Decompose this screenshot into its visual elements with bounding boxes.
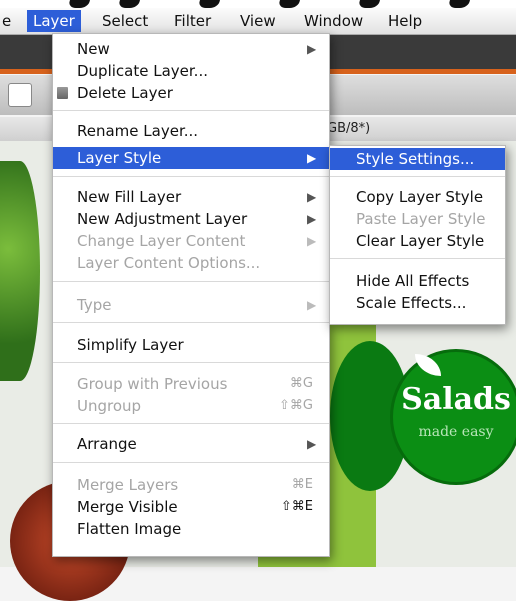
menu-item-flatten-image[interactable]: Flatten Image	[53, 518, 329, 540]
menu-item-label: Ungroup	[77, 397, 142, 415]
menu-item-label: Style Settings...	[356, 150, 475, 168]
menu-item-duplicate-layer[interactable]: Duplicate Layer...	[53, 60, 329, 82]
cropped-heading-glyph	[277, 0, 303, 8]
cropped-heading-glyph	[447, 0, 473, 8]
menubar-item-file[interactable]: e	[2, 10, 11, 32]
menu-item-copy-layer-style[interactable]: Copy Layer Style	[330, 186, 505, 208]
menu-item-label: New Fill Layer	[77, 188, 182, 206]
menu-item-label: Type	[77, 296, 112, 314]
menu-item-delete-layer[interactable]: Delete Layer	[53, 82, 329, 104]
menu-item-change-layer-content: Change Layer Content ▶	[53, 230, 329, 252]
menu-item-label: Group with Previous	[77, 375, 228, 393]
menu-item-layer-content-options: Layer Content Options...	[53, 252, 329, 274]
menu-item-type: Type ▶	[53, 294, 329, 316]
menu-item-label: Duplicate Layer...	[77, 62, 208, 80]
menu-separator	[53, 462, 329, 463]
menu-item-new-adjustment-layer[interactable]: New Adjustment Layer ▶	[53, 208, 329, 230]
layer-menu: New ▶ Duplicate Layer... Delete Layer Ren…	[52, 33, 330, 557]
menu-item-label: Merge Layers	[77, 476, 179, 494]
leaf-icon	[415, 354, 441, 376]
trash-icon	[57, 87, 68, 99]
menubar-item-layer[interactable]: Layer	[27, 10, 81, 32]
menu-item-scale-effects[interactable]: Scale Effects...	[330, 292, 505, 314]
menu-separator	[330, 176, 505, 177]
submenu-arrow-icon: ▶	[307, 212, 317, 226]
menu-item-label: Layer Content Options...	[77, 254, 261, 272]
menu-item-label: Hide All Effects	[356, 272, 470, 290]
menubar-item-select[interactable]: Select	[102, 10, 148, 32]
cropped-heading-glyph	[197, 0, 223, 8]
cropped-heading-glyph	[67, 0, 93, 8]
submenu-arrow-icon: ▶	[307, 437, 317, 451]
menu-item-group-with-previous: Group with Previous ⌘G	[53, 373, 329, 395]
menu-separator	[53, 423, 329, 424]
menu-item-label: Merge Visible	[77, 498, 178, 516]
badge-subtitle: made easy	[418, 424, 494, 440]
menu-item-label: New	[77, 40, 110, 58]
cropped-heading-glyph	[357, 0, 383, 8]
menu-item-rename-layer[interactable]: Rename Layer...	[53, 120, 329, 142]
tool-preset-button[interactable]	[8, 83, 32, 107]
menu-item-layer-style[interactable]: Layer Style ▶	[53, 147, 329, 169]
menu-item-paste-layer-style: Paste Layer Style	[330, 208, 505, 230]
submenu-arrow-icon: ▶	[307, 190, 317, 204]
menu-item-label: Paste Layer Style	[356, 210, 486, 228]
menu-item-label: Simplify Layer	[77, 336, 184, 354]
menu-item-label: New Adjustment Layer	[77, 210, 248, 228]
menu-item-shortcut: ⌘E	[291, 477, 313, 492]
menubar-item-help[interactable]: Help	[388, 10, 422, 32]
menu-item-merge-visible[interactable]: Merge Visible ⇧⌘E	[53, 496, 329, 518]
menu-item-label: Delete Layer	[77, 84, 173, 102]
menu-item-merge-layers: Merge Layers ⌘E	[53, 474, 329, 496]
menu-item-label: Rename Layer...	[77, 122, 199, 140]
lettuce-image	[0, 161, 40, 381]
menu-item-style-settings[interactable]: Style Settings...	[330, 148, 505, 170]
menu-item-new[interactable]: New ▶	[53, 38, 329, 60]
submenu-arrow-icon: ▶	[307, 151, 317, 165]
menu-separator	[53, 362, 329, 363]
badge-title: Salads	[401, 382, 511, 417]
menu-bar: e Layer Select Filter View Window Help	[0, 8, 516, 35]
menu-separator	[53, 281, 329, 282]
menu-item-shortcut: ⌘G	[289, 376, 313, 391]
menu-item-arrange[interactable]: Arrange ▶	[53, 433, 329, 455]
menu-item-clear-layer-style[interactable]: Clear Layer Style	[330, 230, 505, 252]
menubar-item-filter[interactable]: Filter	[174, 10, 211, 32]
menu-item-simplify-layer[interactable]: Simplify Layer	[53, 334, 329, 356]
menu-item-label: Layer Style	[77, 149, 162, 167]
menu-item-label: Clear Layer Style	[356, 232, 485, 250]
layer-style-submenu: Style Settings... Copy Layer Style Paste…	[329, 145, 506, 325]
submenu-arrow-icon: ▶	[307, 42, 317, 56]
submenu-arrow-icon: ▶	[307, 298, 317, 312]
menu-separator	[53, 176, 329, 177]
menu-item-label: Copy Layer Style	[356, 188, 484, 206]
menu-item-label: Change Layer Content	[77, 232, 246, 250]
menu-separator	[53, 322, 329, 323]
menu-item-shortcut: ⇧⌘E	[280, 499, 313, 514]
menu-item-shortcut: ⇧⌘G	[279, 398, 313, 413]
menu-item-label: Scale Effects...	[356, 294, 467, 312]
menu-item-new-fill-layer[interactable]: New Fill Layer ▶	[53, 186, 329, 208]
menu-separator	[53, 110, 329, 111]
menubar-item-view[interactable]: View	[240, 10, 276, 32]
menu-item-label: Flatten Image	[77, 520, 182, 538]
menubar-item-window[interactable]: Window	[304, 10, 363, 32]
cropped-heading-glyph	[117, 0, 143, 8]
menu-item-label: Arrange	[77, 435, 137, 453]
submenu-arrow-icon: ▶	[307, 234, 317, 248]
salads-badge: Salads made easy	[390, 349, 516, 485]
menu-separator	[330, 258, 505, 259]
menu-item-ungroup: Ungroup ⇧⌘G	[53, 395, 329, 417]
menu-item-hide-all-effects[interactable]: Hide All Effects	[330, 270, 505, 292]
